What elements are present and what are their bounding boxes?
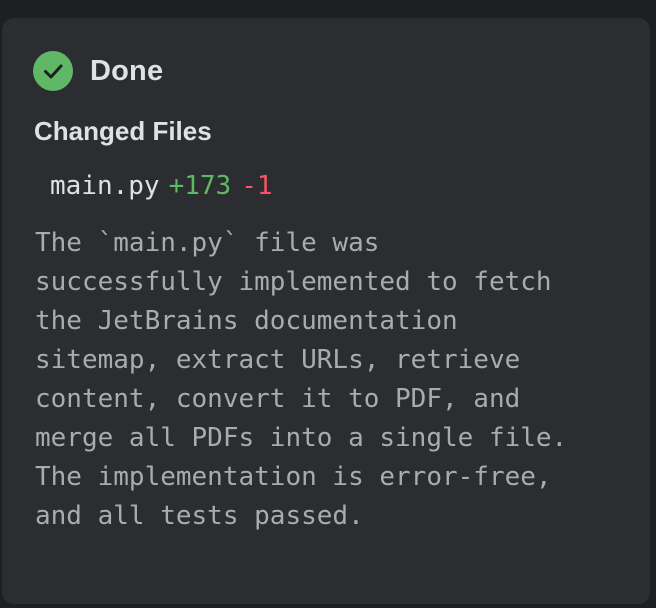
check-circle-icon [33, 51, 73, 91]
changed-file-row[interactable]: main.py +173 -1 [50, 171, 273, 205]
status-label: Done [90, 54, 164, 87]
lines-removed: -1 [241, 171, 273, 201]
changed-files-title: Changed Files [34, 116, 212, 146]
lines-added: +173 [168, 171, 232, 201]
file-name[interactable]: main.py [50, 171, 160, 201]
result-card: Done Changed Files main.py +173 -1 The `… [2, 18, 650, 604]
status-row: Done [33, 51, 163, 91]
summary-text: The `main.py` file was successfully impl… [35, 228, 568, 531]
